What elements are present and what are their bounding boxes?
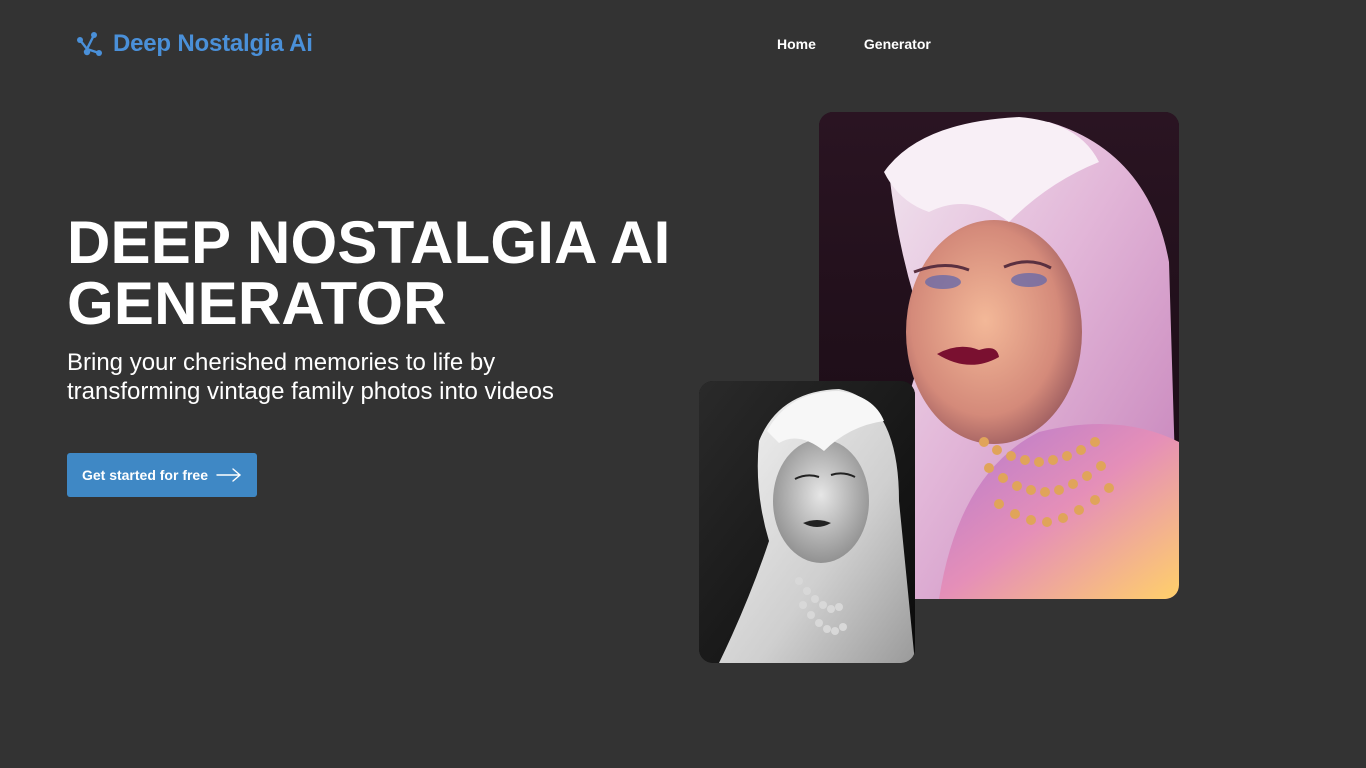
hero-subtitle-line-1: Bring your cherished memories to life by [67,349,496,376]
brand-logo-link[interactable]: Deep Nostalgia Ai [76,28,313,60]
hero-title-line-2: GENERATOR [67,270,447,337]
main-nav: Home Generator [777,34,931,54]
nav-link-generator[interactable]: Generator [864,34,931,54]
network-nodes-icon [77,32,102,56]
landing-page: Deep Nostalgia Ai Home Generator DEEP NO… [0,0,1366,768]
black-and-white-portrait-image [699,381,915,663]
get-started-button[interactable]: Get started for free [67,453,257,497]
nav-link-home[interactable]: Home [777,34,816,54]
hero-subtitle-line-2: transforming vintage family photos into … [67,378,554,405]
brand-name: Deep Nostalgia Ai [113,30,313,57]
hero-title: DEEP NOSTALGIA AI GENERATOR [67,212,707,334]
site-header: Deep Nostalgia Ai Home Generator [0,0,1366,88]
get-started-label: Get started for free [81,467,209,483]
arrow-right-icon [216,468,241,482]
hero-title-line-1: DEEP NOSTALGIA AI [67,209,671,276]
hero-subtitle: Bring your cherished memories to life by… [67,348,667,406]
